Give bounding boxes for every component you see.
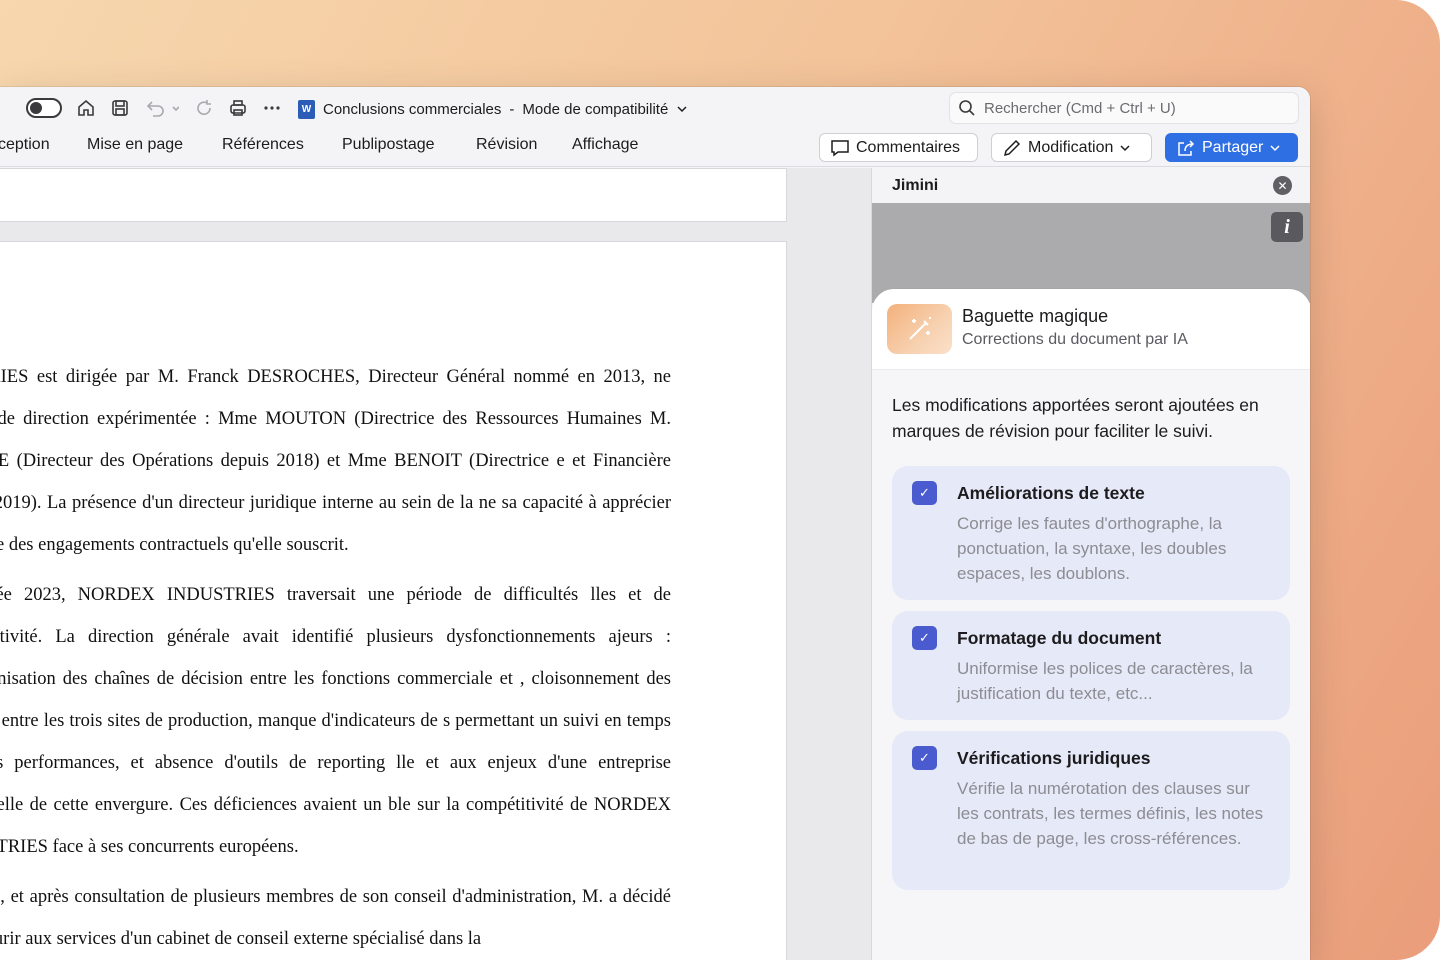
tab-mise-en-page[interactable]: Mise en page [87, 136, 183, 154]
document-body[interactable]: DUSTRIES est dirigée par M. Franck DESRO… [0, 356, 671, 960]
word-window: W Conclusions commerciales - Mode de com… [0, 87, 1310, 960]
editing-mode-button[interactable]: Modification [991, 133, 1152, 162]
comments-button[interactable]: Commentaires [819, 133, 978, 162]
info-icon[interactable]: i [1271, 212, 1303, 242]
magic-wand-icon [887, 304, 952, 354]
document-canvas[interactable]: DUSTRIES est dirigée par M. Franck DESRO… [0, 168, 871, 960]
chevron-down-icon [677, 106, 687, 113]
ribbon-tabs: ception Mise en page Références Publipos… [0, 129, 1310, 167]
share-label: Partager [1202, 138, 1264, 156]
chevron-down-icon [1120, 144, 1130, 151]
option-title: Vérifications juridiques [957, 748, 1151, 768]
option-title: Formatage du document [957, 628, 1162, 648]
card-title: Baguette magique [962, 306, 1109, 326]
tab-references[interactable]: Références [222, 136, 304, 154]
option-description: Vérifie la numérotation des clauses sur … [957, 779, 1264, 848]
title-separator: - [509, 100, 515, 118]
search-box[interactable] [949, 92, 1299, 124]
document-title[interactable]: W Conclusions commerciales - Mode de com… [298, 98, 688, 120]
option-text-improvements[interactable]: ✓ Améliorations de texte Corrige les fau… [892, 466, 1290, 600]
option-description: Corrige les fautes d'orthographe, la pon… [957, 514, 1227, 583]
pencil-icon [1003, 139, 1021, 156]
magic-wand-card: Baguette magique Corrections du document… [872, 289, 1310, 369]
paragraph[interactable]: DUSTRIES est dirigée par M. Franck DESRO… [0, 356, 671, 566]
tab-affichage[interactable]: Affichage [572, 136, 638, 154]
panel-overlay: i [872, 203, 1310, 303]
previous-page[interactable] [0, 168, 787, 222]
home-icon[interactable] [73, 95, 99, 121]
paragraph[interactable]: e l'année 2023, NORDEX INDUSTRIES traver… [0, 574, 671, 868]
checkbox-checked-icon[interactable]: ✓ [912, 626, 937, 650]
close-icon[interactable]: ✕ [1273, 176, 1292, 195]
search-input[interactable] [984, 99, 1284, 117]
tab-publipostage[interactable]: Publipostage [342, 136, 435, 154]
more-icon[interactable] [259, 95, 285, 121]
save-icon[interactable] [107, 95, 133, 121]
redo-icon[interactable] [191, 95, 217, 121]
tab-conception[interactable]: ception [0, 136, 50, 154]
document-page[interactable]: DUSTRIES est dirigée par M. Franck DESRO… [0, 241, 787, 960]
share-button[interactable]: Partager [1165, 133, 1298, 162]
print-icon[interactable] [225, 95, 251, 121]
editing-label: Modification [1028, 138, 1114, 156]
option-description: Uniformise les polices de caractères, la… [957, 659, 1253, 703]
option-legal-checks[interactable]: ✓ Vérifications juridiques Vérifie la nu… [892, 731, 1290, 890]
jimini-panel: Jimini ✕ i Baguette magique Corrections … [871, 168, 1310, 960]
checkbox-checked-icon[interactable]: ✓ [912, 481, 937, 505]
comment-icon [831, 139, 849, 156]
undo-icon[interactable] [141, 95, 181, 121]
share-icon [1178, 139, 1195, 156]
title-bar: W Conclusions commerciales - Mode de com… [0, 87, 1310, 129]
document-name: Conclusions commerciales [323, 100, 502, 118]
word-document-icon: W [298, 99, 315, 119]
checkbox-checked-icon[interactable]: ✓ [912, 746, 937, 770]
card-subtitle: Corrections du document par IA [962, 331, 1188, 348]
panel-title: Jimini [892, 176, 939, 194]
compatibility-mode: Mode de compatibilité [522, 100, 669, 118]
comments-label: Commentaires [856, 138, 961, 156]
panel-header: Jimini ✕ [872, 168, 1310, 203]
paragraph[interactable]: fficultés, et après consultation de plus… [0, 876, 671, 960]
option-title: Améliorations de texte [957, 483, 1145, 503]
autosave-toggle[interactable] [26, 98, 62, 118]
panel-body: Les modifications apportées seront ajout… [872, 369, 1310, 960]
chevron-down-icon [1270, 144, 1280, 151]
intro-text: Les modifications apportées seront ajout… [892, 395, 1259, 441]
search-icon [959, 100, 975, 116]
tab-revision[interactable]: Révision [476, 136, 537, 154]
option-document-formatting[interactable]: ✓ Formatage du document Uniformise les p… [892, 611, 1290, 720]
